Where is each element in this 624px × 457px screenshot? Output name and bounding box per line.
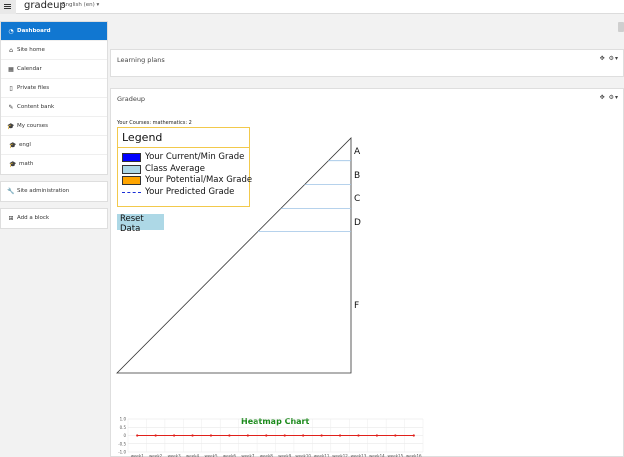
y-tick-label: -1.0 [118,450,126,455]
sidebar-item-label: engl [19,142,31,148]
x-tick-label: week10 [295,454,311,457]
hamburger-icon-line [4,8,11,9]
x-tick-label: week3 [168,454,182,457]
data-point [246,434,249,437]
x-tick-label: week11 [314,454,330,457]
data-point [283,434,286,437]
sidebar-item-site-administration[interactable]: 🔧 Site administration [1,182,107,201]
main-content: Learning plans ✥ ⚙▾ Gradeup ✥ ⚙▾ Your Co… [108,14,624,457]
sidebar-item-add-a-block[interactable]: ⊞ Add a block [1,209,107,228]
graduation-cap-icon: 🎓 [9,161,17,168]
hamburger-icon [4,4,11,5]
site-brand[interactable]: gradeup [24,0,66,12]
sidebar-item-label: My courses [17,123,48,129]
data-point [302,434,305,437]
sidebar-group: 🔧 Site administration [0,181,108,202]
x-tick-label: week4 [186,454,200,457]
sidebar-nav: ◔ Dashboard ⌂ Site home ▦ Calendar ▯ Private fi… [0,21,108,457]
graduation-cap-icon: 🎓 [9,142,17,149]
sidebar-item-calendar[interactable]: ▦ Calendar [1,60,107,79]
sidebar-item-site-home[interactable]: ⌂ Site home [1,41,107,60]
sidebar-item-dashboard[interactable]: ◔ Dashboard [1,22,107,41]
hamburger-icon-line [4,6,11,7]
sidebar-item-engl[interactable]: 🎓 engl [1,136,107,155]
menu-toggle-button[interactable] [0,0,16,14]
calendar-icon: ▦ [8,66,14,73]
x-tick-label: week12 [332,454,348,457]
data-point [394,434,397,437]
x-tick-label: week14 [369,454,385,457]
sidebar-item-label: Calendar [17,66,42,72]
sidebar-item-math[interactable]: 🎓 math [1,155,107,174]
file-icon: ▯ [9,85,13,92]
scrollbar-thumb[interactable] [618,22,624,32]
learning-plans-block: Learning plans ✥ ⚙▾ [110,49,624,77]
x-tick-label: week7 [241,454,255,457]
sidebar-item-label: Content bank [17,104,55,110]
data-point [191,434,194,437]
sidebar-group: ◔ Dashboard ⌂ Site home ▦ Calendar ▯ Private fi… [0,21,108,175]
data-point [136,434,139,437]
sidebar-item-my-courses[interactable]: 🎓 My courses [1,117,107,136]
sidebar-item-label: Site home [17,47,45,53]
top-navbar: gradeup English (en) ▾ [0,0,624,14]
data-point [412,434,415,437]
data-point [265,434,268,437]
sidebar-item-label: Site administration [17,188,70,194]
data-point [209,434,213,437]
data-point [357,434,360,437]
dashboard-icon: ◔ [8,28,14,35]
heatmap-chart: 1.0 0.5 0 -0.5 -1.0 week1 week2 week3 week4 week5… [118,417,424,457]
x-tick-label: week9 [278,454,292,457]
data-point [154,434,157,437]
data-point [338,434,342,437]
sidebar-item-label: math [19,161,34,167]
x-tick-label: week2 [149,454,163,457]
y-tick-label: -0.5 [118,441,126,446]
x-tick-label: week15 [388,454,404,457]
language-menu[interactable]: English (en) ▾ [62,1,99,9]
plus-square-icon: ⊞ [8,215,14,222]
block-actions-menu[interactable]: ✥ ⚙▾ [600,55,619,62]
x-tick-label: week16 [406,454,422,457]
data-point [172,434,176,437]
block-title: Learning plans [117,56,165,64]
brush-icon: ✎ [8,104,14,111]
y-tick-label: 0.5 [120,425,127,430]
data-point [320,434,323,437]
graduation-cap-icon: 🎓 [7,123,15,130]
y-tick-label: 0 [123,433,126,438]
data-point [228,434,231,437]
x-tick-label: week8 [260,454,274,457]
sidebar-group: ⊞ Add a block [0,208,108,229]
sidebar-item-label: Dashboard [17,28,51,34]
y-tick-label: 1.0 [120,417,127,422]
x-tick-label: week13 [351,454,367,457]
x-tick-label: week1 [131,454,145,457]
x-tick-label: week5 [204,454,218,457]
gradeup-block: Gradeup ✥ ⚙▾ Your Courses: mathematics: … [110,88,624,457]
x-tick-label: week6 [223,454,237,457]
wrench-icon: 🔧 [7,188,15,195]
data-point [375,434,379,437]
sidebar-item-content-bank[interactable]: ✎ Content bank [1,98,107,117]
sidebar-item-label: Add a block [17,215,50,221]
home-icon: ⌂ [9,47,13,54]
sidebar-item-private-files[interactable]: ▯ Private files [1,79,107,98]
sidebar-item-label: Private files [17,85,50,91]
